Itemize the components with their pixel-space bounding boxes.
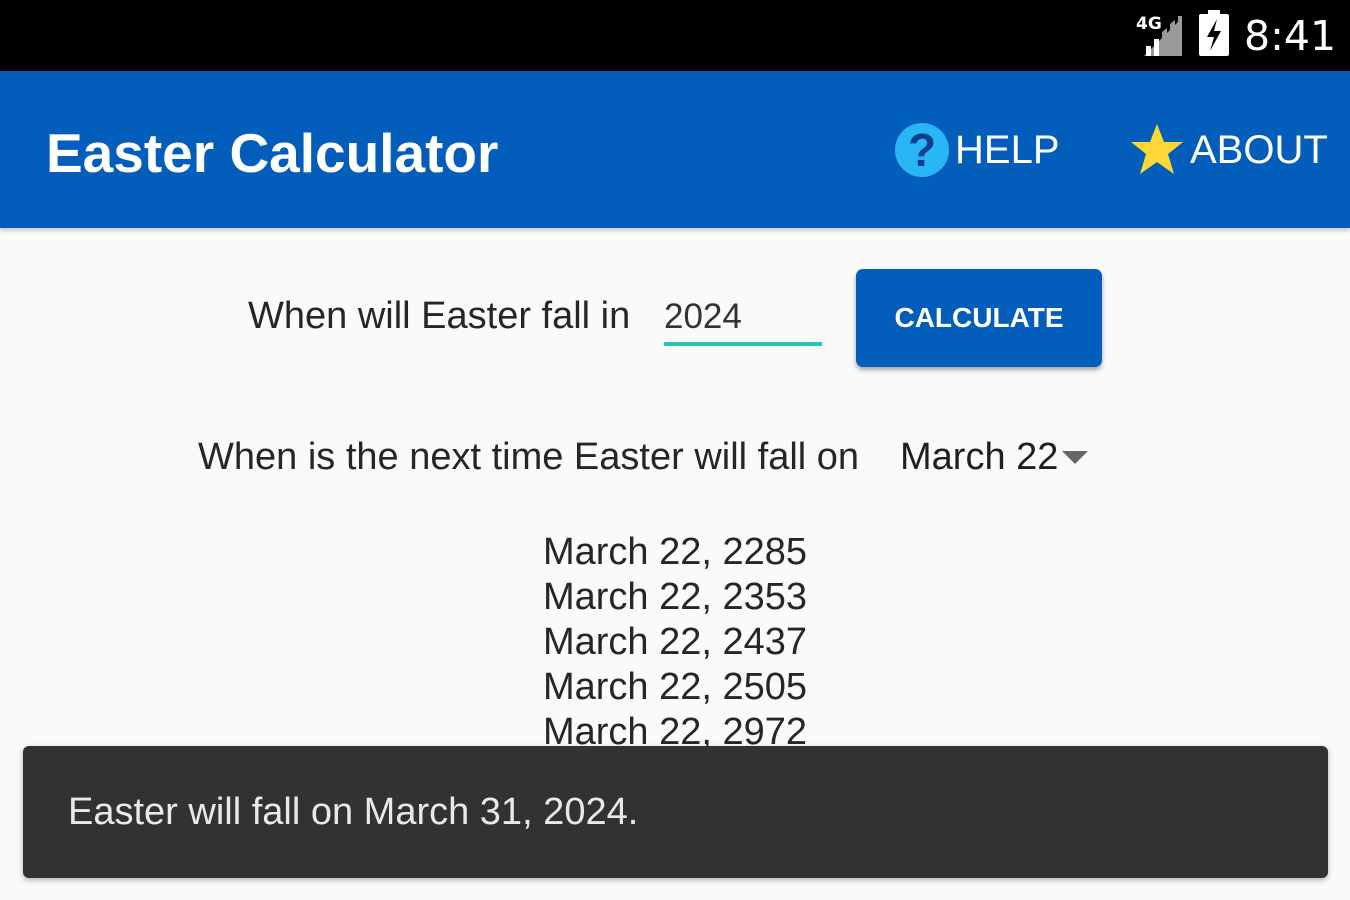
svg-text:?: ? xyxy=(908,124,936,176)
status-clock: 8:41 xyxy=(1244,12,1337,60)
next-date-question-label: When is the next time Easter will fall o… xyxy=(198,436,860,478)
year-input[interactable] xyxy=(664,292,822,346)
help-label: HELP xyxy=(955,127,1060,172)
year-question-label: When will Easter fall in xyxy=(248,295,631,337)
status-bar: 4G 8:41 xyxy=(0,0,1350,71)
calculate-button[interactable]: CALCULATE xyxy=(856,269,1102,367)
list-item: March 22, 2285 xyxy=(542,531,808,573)
date-dropdown[interactable]: March 22 xyxy=(900,430,1089,484)
list-item: March 22, 2353 xyxy=(542,576,808,618)
snackbar: Easter will fall on March 31, 2024. xyxy=(23,746,1328,878)
results-list: March 22, 2285 March 22, 2353 March 22, … xyxy=(0,530,1350,755)
signal-icon: 4G xyxy=(1136,14,1182,56)
app-title: Easter Calculator xyxy=(46,122,499,184)
star-icon xyxy=(1128,121,1186,179)
app-screen: 4G 8:41 Easter Calculator ? HELP ABOUT W… xyxy=(0,0,1350,900)
help-icon: ? xyxy=(893,121,951,179)
list-item: March 22, 2505 xyxy=(542,666,808,708)
dropdown-arrow-icon xyxy=(1062,450,1089,464)
date-dropdown-value: March 22 xyxy=(900,435,1059,478)
network-type-label: 4G xyxy=(1136,14,1162,34)
snackbar-message: Easter will fall on March 31, 2024. xyxy=(68,791,639,833)
about-button[interactable]: ABOUT xyxy=(1128,119,1328,181)
battery-charging-icon xyxy=(1199,10,1229,56)
about-label: ABOUT xyxy=(1190,127,1328,172)
help-button[interactable]: ? HELP xyxy=(893,119,1060,181)
list-item: March 22, 2437 xyxy=(542,621,808,663)
app-bar: Easter Calculator ? HELP ABOUT xyxy=(0,71,1350,228)
